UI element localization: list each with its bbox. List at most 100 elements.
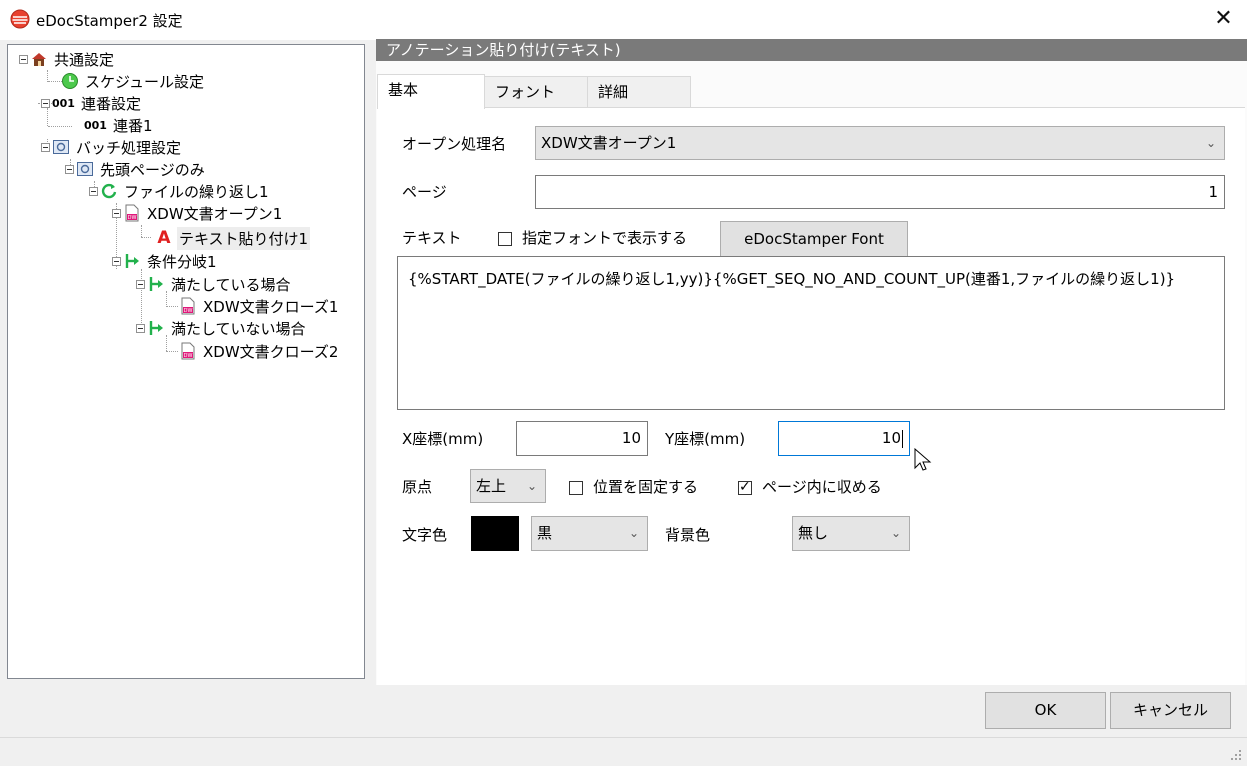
branch-icon xyxy=(147,275,165,293)
tab-label: 基本 xyxy=(388,81,419,99)
collapse-icon[interactable] xyxy=(41,98,50,108)
fix-position-label: 位置を固定する xyxy=(593,478,699,496)
tree-item-condition-true[interactable]: 満たしている場合 xyxy=(136,273,293,295)
open-name-label: オープン処理名 xyxy=(402,135,507,153)
edocstamper-font-button[interactable]: eDocStamper Font xyxy=(720,221,908,257)
text-color-swatch[interactable] xyxy=(471,516,519,551)
fit-page-label: ページ内に収める xyxy=(762,478,882,496)
tree-item-common-settings[interactable]: 共通設定 xyxy=(19,48,116,70)
close-icon: ✕ xyxy=(1214,6,1233,31)
open-name-select[interactable]: XDW文書オープン1 ⌄ xyxy=(535,126,1225,160)
close-button[interactable]: ✕ xyxy=(1200,0,1247,40)
fit-page-checkbox[interactable] xyxy=(738,478,752,496)
xdw-doc-icon: DW xyxy=(179,342,197,360)
tree-item-label: 共通設定 xyxy=(54,50,115,69)
tree-item-first-page-only[interactable]: 先頭ページのみ xyxy=(65,158,207,180)
branch-icon xyxy=(147,319,165,337)
tree-item-label: 満たしていない場合 xyxy=(171,319,306,338)
x-coord-value: 10 xyxy=(621,429,641,447)
ok-button[interactable]: OK xyxy=(985,692,1106,729)
resize-grip-icon[interactable] xyxy=(1229,748,1243,762)
tab-label: フォント xyxy=(495,83,556,101)
bg-color-label: 背景色 xyxy=(665,526,711,544)
collapse-icon[interactable] xyxy=(19,54,28,64)
tree-item-condition-false[interactable]: 満たしていない場合 xyxy=(136,317,308,339)
origin-label: 原点 xyxy=(402,478,433,496)
tab-basic[interactable]: 基本 xyxy=(377,74,485,109)
svg-text:DW: DW xyxy=(184,308,193,314)
button-label: キャンセル xyxy=(1132,701,1208,719)
x-coord-input[interactable]: 10 xyxy=(516,421,648,456)
tree-item-label: 満たしている場合 xyxy=(171,275,291,294)
tree-item-condition-branch-1[interactable]: 条件分岐1 xyxy=(112,250,219,272)
gear-doc-icon xyxy=(76,160,94,178)
y-coord-input[interactable]: 10 xyxy=(778,421,910,456)
collapse-icon[interactable] xyxy=(41,142,50,152)
cancel-button[interactable]: キャンセル xyxy=(1110,692,1231,729)
tree-item-xdw-close-2[interactable]: DW XDW文書クローズ2 xyxy=(179,340,340,362)
bg-color-select[interactable]: 無し ⌄ xyxy=(792,516,910,551)
stamp-text-area[interactable]: {%START_DATE(ファイルの繰り返し1,yy)}{%GET_SEQ_NO… xyxy=(397,256,1225,410)
button-label: OK xyxy=(1034,701,1057,719)
tree-item-xdw-close-1[interactable]: DW XDW文書クローズ1 xyxy=(179,295,340,317)
tree-item-label: 条件分岐1 xyxy=(147,252,217,271)
text-label: テキスト xyxy=(402,229,462,247)
font-display-checkbox[interactable] xyxy=(498,232,512,246)
tree-item-label: バッチ処理設定 xyxy=(76,138,182,157)
tree-item-xdw-open-1[interactable]: DW XDW文書オープン1 xyxy=(112,202,284,224)
origin-value: 左上 xyxy=(476,477,507,495)
svg-text:DW: DW xyxy=(128,215,137,221)
y-coord-value: 10 xyxy=(881,429,901,447)
pane-title: アノテーション貼り付け(テキスト) xyxy=(386,41,621,59)
tree-item-batch-settings[interactable]: バッチ処理設定 xyxy=(41,136,183,158)
branch-icon xyxy=(123,252,141,270)
chevron-down-icon: ⌄ xyxy=(890,526,901,540)
chevron-down-icon: ⌄ xyxy=(628,526,639,540)
text-a-icon: A xyxy=(157,228,171,248)
fix-position-checkbox[interactable] xyxy=(569,481,583,495)
tree-item-label: XDW文書クローズ1 xyxy=(203,297,339,316)
app-logo-icon xyxy=(10,9,30,29)
text-color-select[interactable]: 黒 ⌄ xyxy=(531,516,648,551)
window-title: eDocStamper2 設定 xyxy=(36,12,183,30)
seq-001-icon: 001 xyxy=(84,118,107,132)
text-color-label: 文字色 xyxy=(402,526,448,544)
stamp-text-value: {%START_DATE(ファイルの繰り返し1,yy)}{%GET_SEQ_NO… xyxy=(408,270,1176,288)
seq-001-icon: 001 xyxy=(52,96,75,110)
tree-item-label: テキスト貼り付け1 xyxy=(177,226,311,250)
tree-item-label: XDW文書クローズ2 xyxy=(203,342,339,361)
collapse-icon[interactable] xyxy=(65,164,74,174)
settings-tree[interactable]: 共通設定 スケジュール設定 001 連番設定 001 連番1 バッチ処理設定 先… xyxy=(7,44,365,679)
page-input[interactable]: 1 xyxy=(535,175,1225,209)
origin-select[interactable]: 左上 ⌄ xyxy=(470,469,546,503)
tab-font[interactable]: フォント xyxy=(484,76,588,109)
title-bar xyxy=(0,0,1247,40)
text-cursor xyxy=(902,429,903,448)
collapse-icon[interactable] xyxy=(136,323,145,333)
tree-item-schedule[interactable]: スケジュール設定 xyxy=(61,70,206,92)
status-bar xyxy=(0,737,1247,766)
tree-item-sequence-1[interactable]: 001 連番1 xyxy=(84,114,155,136)
tree-item-file-loop-1[interactable]: ファイルの繰り返し1 xyxy=(89,180,271,202)
y-coord-label: Y座標(mm) xyxy=(665,430,746,448)
collapse-icon[interactable] xyxy=(89,186,98,196)
collapse-icon[interactable] xyxy=(112,208,121,218)
mouse-pointer-icon xyxy=(914,448,932,471)
tree-item-sequence-settings[interactable]: 001 連番設定 xyxy=(41,92,143,114)
button-label: eDocStamper Font xyxy=(744,230,884,248)
loop-icon xyxy=(100,182,118,200)
collapse-icon[interactable] xyxy=(112,256,121,266)
svg-text:DW: DW xyxy=(184,353,193,359)
tree-item-label: ファイルの繰り返し1 xyxy=(124,182,269,201)
house-icon xyxy=(30,50,48,68)
tree-item-label: 連番設定 xyxy=(80,94,141,113)
font-display-label: 指定フォントで表示する xyxy=(522,229,688,247)
tab-detail[interactable]: 詳細 xyxy=(587,76,691,109)
clock-icon xyxy=(61,72,79,90)
page-value: 1 xyxy=(1208,183,1218,201)
tree-item-text-paste-1[interactable]: A テキスト貼り付け1 xyxy=(155,226,311,250)
open-name-value: XDW文書オープン1 xyxy=(541,134,677,152)
tab-label: 詳細 xyxy=(598,83,629,101)
tree-item-label: スケジュール設定 xyxy=(85,72,204,91)
collapse-icon[interactable] xyxy=(136,279,145,289)
